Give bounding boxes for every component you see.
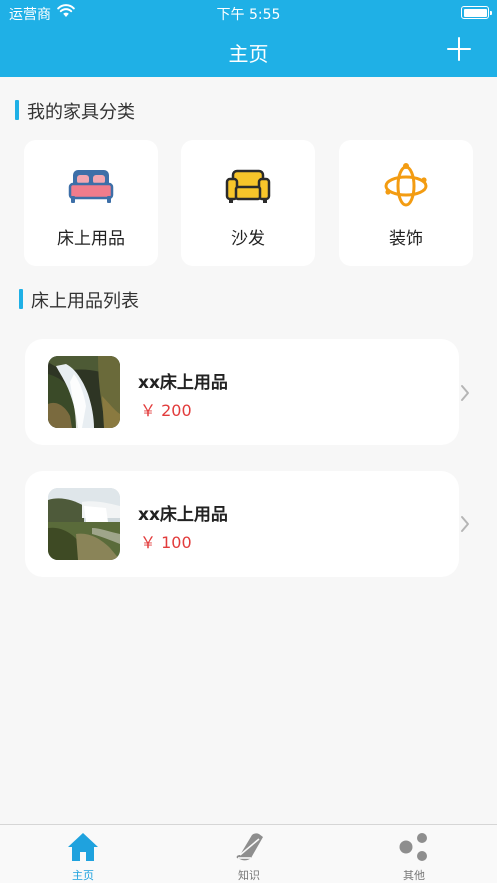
list-item[interactable]: xx床上用品 ￥ 200: [25, 339, 459, 445]
category-card-bedding[interactable]: 床上用品: [24, 140, 158, 266]
section-accent-bar: [19, 289, 23, 309]
tab-label: 主页: [72, 869, 94, 882]
status-time: 下午 5:55: [216, 7, 281, 23]
tab-home[interactable]: 主页: [0, 825, 166, 883]
list-item[interactable]: xx床上用品 ￥ 100: [25, 471, 459, 577]
section-accent-bar: [15, 100, 19, 120]
page-title: 主页: [228, 42, 269, 66]
plus-icon[interactable]: [447, 37, 471, 61]
category-label: 装饰: [389, 229, 423, 249]
navigation-bar: 主页: [0, 26, 497, 77]
tab-other[interactable]: 其他: [331, 825, 497, 883]
category-label: 床上用品: [57, 229, 125, 249]
category-section-title-text: 我的家具分类: [27, 102, 135, 123]
tab-knowledge[interactable]: 知识: [166, 825, 332, 883]
item-price: ￥ 200: [140, 401, 192, 420]
item-name: xx床上用品: [138, 373, 228, 393]
waterfall-photo: [48, 356, 120, 428]
list-section-title-text: 床上用品列表: [31, 291, 139, 312]
category-card-decoration[interactable]: 装饰: [339, 140, 473, 266]
chevron-right-icon[interactable]: [458, 383, 472, 403]
item-price: ￥ 100: [140, 533, 192, 552]
tab-label: 知识: [238, 869, 260, 882]
bed-icon: [67, 162, 115, 210]
home-icon: [67, 831, 99, 863]
book-icon: [233, 831, 265, 863]
dots-icon: [398, 831, 430, 863]
tab-label: 其他: [403, 869, 425, 882]
battery-icon: [461, 6, 492, 19]
decoration-icon: [382, 162, 430, 210]
category-card-sofa[interactable]: 沙发: [181, 140, 315, 266]
category-section-title: 我的家具分类: [15, 98, 135, 124]
waterfall-landscape-photo: [48, 488, 120, 560]
list-section-title: 床上用品列表: [19, 287, 139, 313]
chevron-right-icon[interactable]: [458, 514, 472, 534]
category-label: 沙发: [231, 229, 265, 249]
sofa-icon: [224, 162, 272, 210]
tab-bar: 主页 知识 其他: [0, 824, 497, 883]
item-name: xx床上用品: [138, 505, 228, 525]
status-bar: 运营商 下午 5:55: [0, 0, 497, 26]
